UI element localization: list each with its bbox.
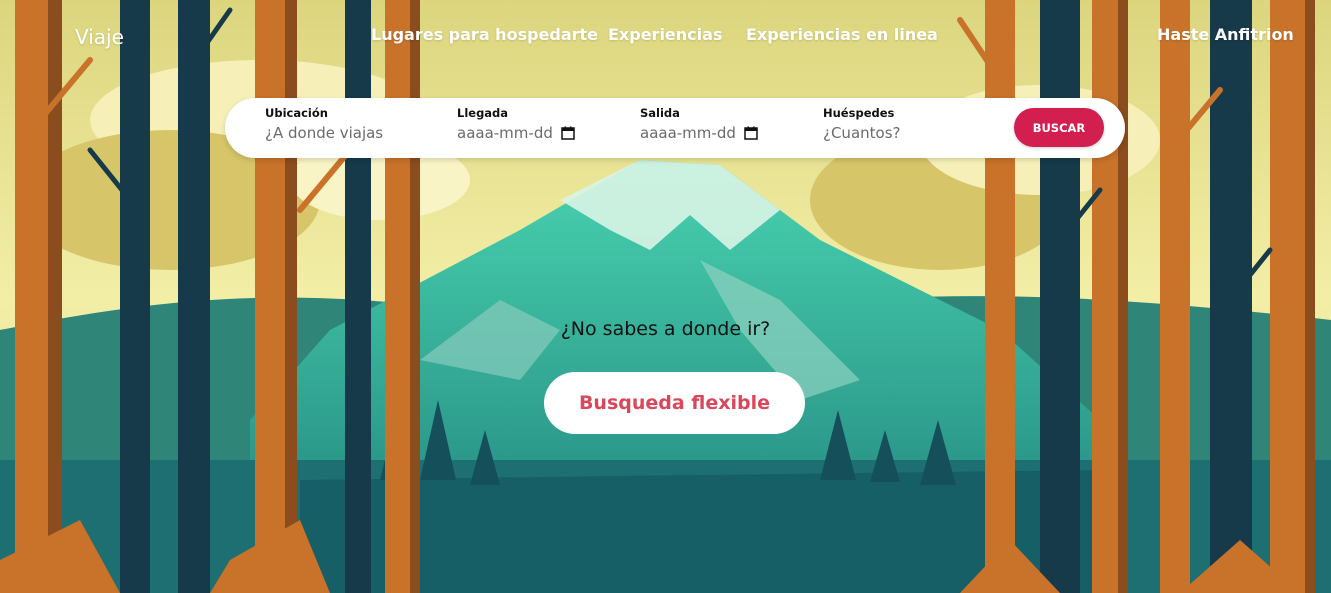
arrival-date-placeholder: aaaa-mm-dd: [457, 124, 553, 142]
departure-label: Salida: [640, 106, 680, 120]
location-field[interactable]: Ubicación ¿A donde viajas: [265, 106, 383, 142]
search-bar: Ubicación ¿A donde viajas Llegada aaaa-m…: [225, 98, 1125, 158]
search-button[interactable]: BUSCAR: [1014, 108, 1104, 147]
departure-date-input[interactable]: aaaa-mm-dd: [640, 124, 758, 142]
guests-label: Huéspedes: [823, 106, 895, 120]
host-link[interactable]: Haste Anfitrion: [1157, 25, 1294, 44]
arrival-label: Llegada: [457, 106, 509, 120]
guests-field[interactable]: Huéspedes ¿Cuantos?: [823, 106, 900, 142]
location-input[interactable]: ¿A donde viajas: [265, 124, 383, 142]
flexible-search-button[interactable]: Busqueda flexible: [544, 372, 805, 434]
nav-link-experiencias[interactable]: Experiencias: [608, 25, 722, 44]
hero-background-illustration: [0, 0, 1331, 593]
location-label: Ubicación: [265, 106, 328, 120]
arrival-field[interactable]: Llegada aaaa-mm-dd: [457, 106, 575, 142]
nav-link-lugares[interactable]: Lugares para hospedarte: [371, 25, 598, 44]
arrival-date-input[interactable]: aaaa-mm-dd: [457, 124, 575, 142]
calendar-icon[interactable]: [744, 126, 758, 140]
brand-logo[interactable]: Viaje: [75, 25, 124, 49]
guests-input[interactable]: ¿Cuantos?: [823, 124, 900, 142]
departure-date-placeholder: aaaa-mm-dd: [640, 124, 736, 142]
nav-link-experiencias-en-linea[interactable]: Experiencias en linea: [746, 25, 938, 44]
calendar-icon[interactable]: [561, 126, 575, 140]
flexible-search-prompt: ¿No sabes a donde ir?: [560, 318, 771, 340]
departure-field[interactable]: Salida aaaa-mm-dd: [640, 106, 758, 142]
